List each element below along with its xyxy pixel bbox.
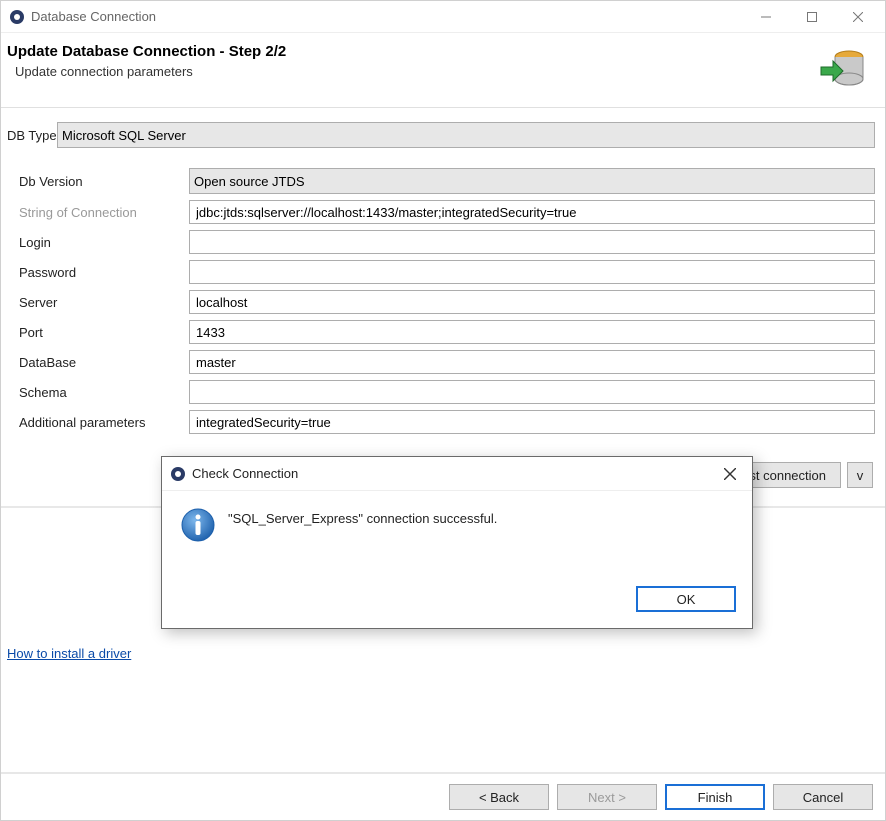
login-label: Login — [19, 235, 189, 250]
page-title: Update Database Connection - Step 2/2 — [7, 43, 819, 60]
login-input[interactable] — [189, 230, 875, 254]
check-connection-dialog: Check Connection "SQL_Server_Express" co… — [161, 456, 753, 629]
dbtype-row: DB Type Microsoft SQL Server — [1, 122, 885, 154]
divider — [1, 107, 885, 108]
db-type-label: DB Type — [7, 128, 57, 143]
dialog-body: "SQL_Server_Express" connection successf… — [162, 491, 752, 576]
window-title: Database Connection — [31, 9, 743, 24]
server-label: Server — [19, 295, 189, 310]
help-link-row: How to install a driver — [1, 636, 885, 671]
db-type-select[interactable]: Microsoft SQL Server — [57, 122, 875, 148]
db-version-select[interactable]: Open source JTDS — [189, 168, 875, 194]
dialog-close-button[interactable] — [716, 460, 744, 488]
next-button[interactable]: Next > — [557, 784, 657, 810]
maximize-button[interactable] — [789, 1, 835, 33]
schema-label: Schema — [19, 385, 189, 400]
port-label: Port — [19, 325, 189, 340]
server-input[interactable] — [189, 290, 875, 314]
wizard-window: Database Connection Update Database Conn… — [0, 0, 886, 821]
port-input[interactable] — [189, 320, 875, 344]
app-icon — [170, 466, 186, 482]
titlebar: Database Connection — [1, 1, 885, 33]
back-button[interactable]: < Back — [449, 784, 549, 810]
connection-string-label: String of Connection — [19, 205, 189, 220]
connection-string-input[interactable] — [189, 200, 875, 224]
page-subtitle: Update connection parameters — [15, 64, 819, 79]
database-label: DataBase — [19, 355, 189, 370]
dialog-ok-button[interactable]: OK — [636, 586, 736, 612]
test-connection-menu-button[interactable]: v — [847, 462, 873, 488]
database-header-icon — [819, 47, 867, 93]
form-fields: Db Version Open source JTDS String of Co… — [1, 168, 885, 440]
dialog-message: "SQL_Server_Express" connection successf… — [228, 507, 497, 560]
additional-params-label: Additional parameters — [19, 415, 189, 430]
dialog-footer: OK — [162, 576, 752, 628]
dialog-title: Check Connection — [192, 466, 716, 481]
wizard-footer: < Back Next > Finish Cancel — [1, 772, 885, 820]
app-icon — [9, 9, 25, 25]
database-input[interactable] — [189, 350, 875, 374]
window-controls — [743, 1, 881, 33]
info-icon — [180, 507, 216, 543]
cancel-button[interactable]: Cancel — [773, 784, 873, 810]
password-label: Password — [19, 265, 189, 280]
dialog-titlebar: Check Connection — [162, 457, 752, 491]
minimize-button[interactable] — [743, 1, 789, 33]
additional-params-input[interactable] — [189, 410, 875, 434]
db-version-label: Db Version — [19, 174, 189, 189]
wizard-header: Update Database Connection - Step 2/2 Up… — [1, 33, 885, 101]
password-input[interactable] — [189, 260, 875, 284]
install-driver-link[interactable]: How to install a driver — [7, 646, 131, 661]
schema-input[interactable] — [189, 380, 875, 404]
close-button[interactable] — [835, 1, 881, 33]
finish-button[interactable]: Finish — [665, 784, 765, 810]
